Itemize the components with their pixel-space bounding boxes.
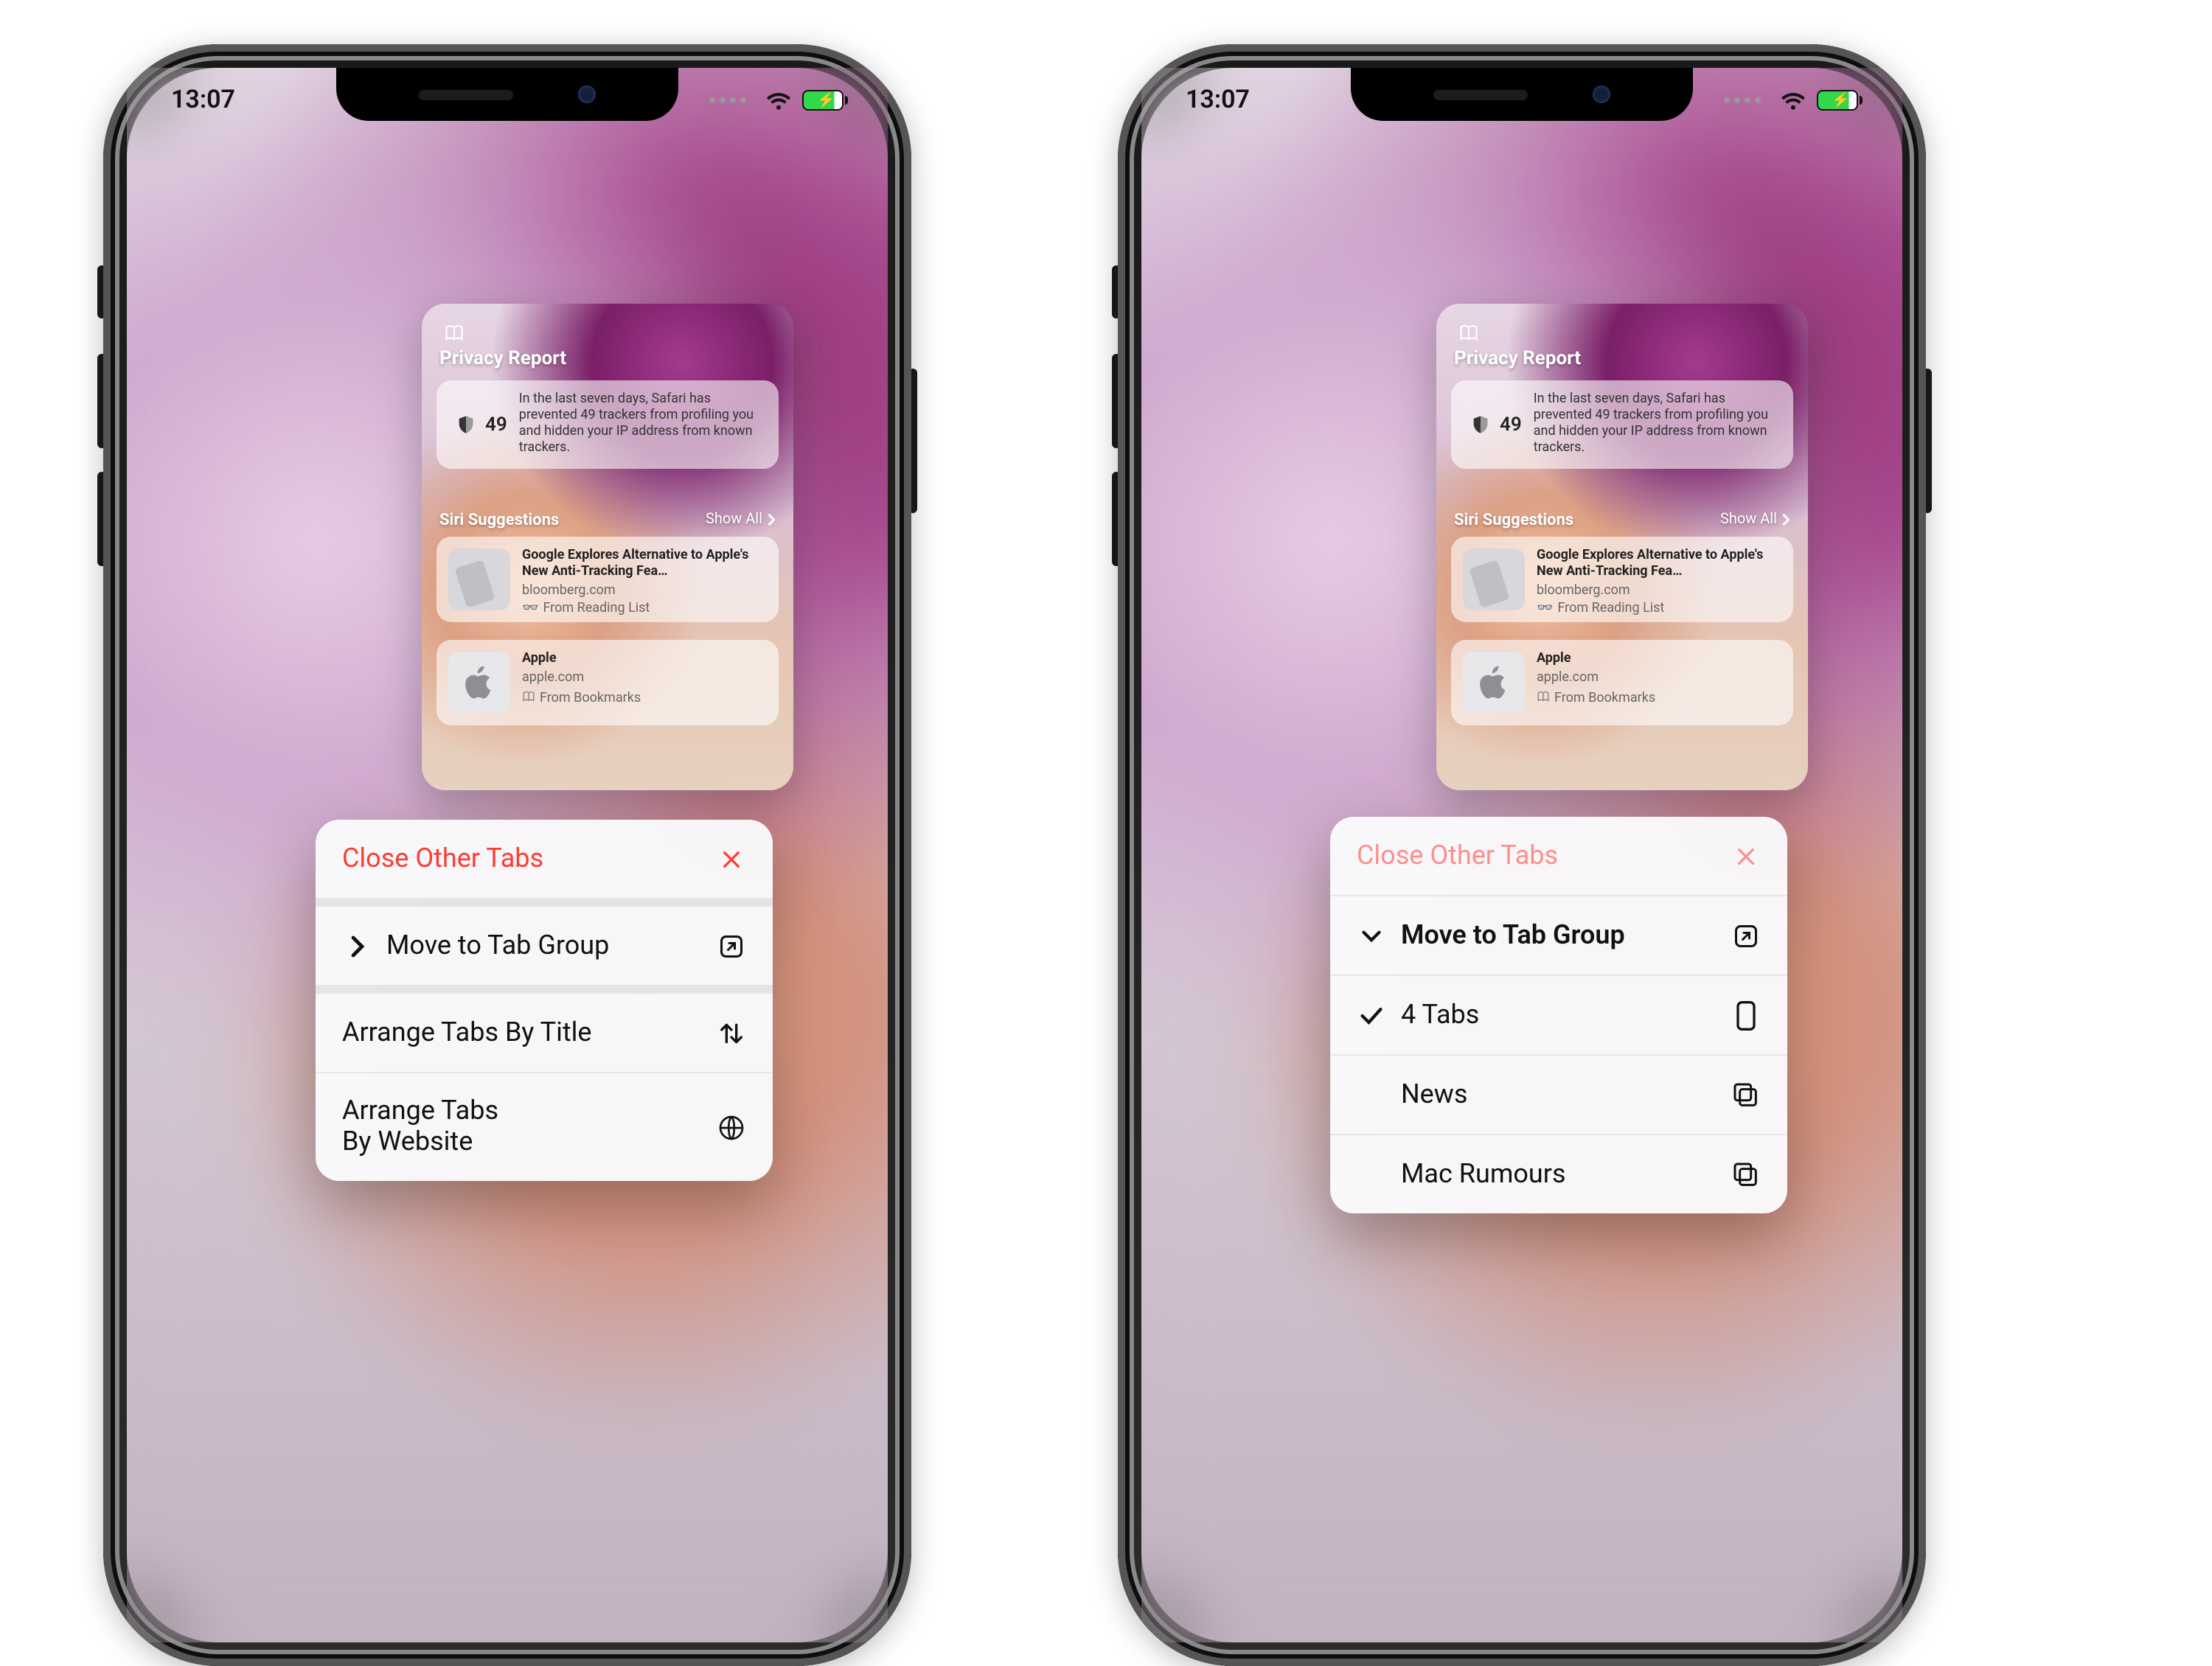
chevron-down-icon <box>1357 921 1386 950</box>
privacy-text: In the last seven days, Safari has preve… <box>1534 391 1778 458</box>
close-icon <box>1731 841 1761 871</box>
suggestion-thumbnail <box>1463 548 1525 610</box>
tab-context-menu: Close Other Tabs Move to Tab Group <box>316 820 773 1182</box>
stack-icon <box>1731 1160 1761 1189</box>
tab-preview[interactable]: Privacy Report 49 In the last seven days… <box>422 304 793 790</box>
privacy-report-card: 49 In the last seven days, Safari has pr… <box>437 380 779 469</box>
arrange-by-title-item[interactable]: Arrange Tabs By Title <box>316 994 773 1072</box>
screen: 13:07 ⚡ Privacy Report <box>1141 68 1902 1642</box>
shield-icon <box>1466 410 1495 439</box>
book-icon <box>439 318 469 348</box>
stack-icon <box>1731 1080 1761 1109</box>
battery-icon: ⚡ <box>802 90 844 111</box>
arrange-by-website-item[interactable]: Arrange TabsBy Website <box>316 1072 773 1182</box>
show-all-link[interactable]: Show All <box>1720 512 1790 528</box>
suggestion-item[interactable]: Apple apple.com From Bookmarks <box>437 640 779 725</box>
tab-group-label: 4 Tabs <box>1401 1000 1479 1031</box>
tab-group-label: News <box>1401 1079 1467 1110</box>
book-icon <box>522 689 535 708</box>
screen: 13:07 ⚡ Privacy Report <box>127 68 888 1642</box>
tab-group-option[interactable]: Mac Rumours <box>1330 1134 1787 1213</box>
move-to-tab-group-item[interactable]: Move to Tab Group <box>316 907 773 985</box>
suggestion-title: Apple <box>522 652 641 668</box>
suggestion-thumbnail <box>448 548 510 610</box>
suggestion-title: Apple <box>1537 652 1655 668</box>
suggestion-domain: apple.com <box>1537 671 1655 687</box>
phone-icon <box>1731 1000 1761 1030</box>
suggestion-domain: apple.com <box>522 671 641 687</box>
siri-heading: Siri Suggestions <box>1454 510 1573 529</box>
tab-group-option[interactable]: 4 Tabs <box>1330 975 1787 1054</box>
apple-logo-icon <box>1463 652 1525 714</box>
privacy-text: In the last seven days, Safari has preve… <box>519 391 764 458</box>
privacy-report-title: Privacy Report <box>439 348 566 370</box>
shield-icon <box>451 410 481 439</box>
book-icon <box>1537 689 1550 708</box>
chevron-right-icon <box>342 931 372 961</box>
glasses-icon: 👓 <box>522 602 538 618</box>
suggestion-item[interactable]: Google Explores Alternative to Apple's N… <box>1451 537 1793 622</box>
show-all-link[interactable]: Show All <box>706 512 776 528</box>
page-dots-icon <box>1724 97 1761 103</box>
battery-icon: ⚡ <box>1817 90 1858 111</box>
apple-logo-icon <box>448 652 510 714</box>
status-bar: 13:07 ⚡ <box>1141 80 1902 121</box>
close-icon <box>717 844 746 874</box>
globe-icon <box>717 1112 746 1142</box>
tab-group-label: Mac Rumours <box>1401 1159 1566 1190</box>
suggestion-item[interactable]: Google Explores Alternative to Apple's N… <box>437 537 779 622</box>
move-to-tab-group-item[interactable]: Move to Tab Group <box>1330 895 1787 975</box>
suggestion-domain: bloomberg.com <box>1537 583 1781 599</box>
close-other-tabs-item[interactable]: Close Other Tabs <box>316 820 773 898</box>
privacy-count: 49 <box>485 414 507 436</box>
suggestion-title: Google Explores Alternative to Apple's N… <box>522 548 767 580</box>
page-dots-icon <box>709 97 746 103</box>
clock: 13:07 <box>1186 86 1250 115</box>
siri-heading: Siri Suggestions <box>439 510 559 529</box>
suggestion-title: Google Explores Alternative to Apple's N… <box>1537 548 1781 580</box>
privacy-report-title: Privacy Report <box>1454 348 1581 370</box>
suggestion-domain: bloomberg.com <box>522 583 767 599</box>
open-new-icon <box>1731 921 1761 950</box>
book-icon <box>1454 318 1484 348</box>
privacy-report-card: 49 In the last seven days, Safari has pr… <box>1451 380 1793 469</box>
close-other-tabs-item[interactable]: Close Other Tabs <box>1330 817 1787 895</box>
tab-context-menu-expanded: Close Other Tabs Move to Tab Group <box>1330 817 1787 1213</box>
wifi-icon <box>1778 86 1808 115</box>
open-new-icon <box>717 931 746 961</box>
tab-preview[interactable]: Privacy Report 49 In the last seven days… <box>1436 304 1808 790</box>
status-bar: 13:07 ⚡ <box>127 80 888 121</box>
glasses-icon: 👓 <box>1537 602 1553 618</box>
suggestion-item[interactable]: Apple apple.com From Bookmarks <box>1451 640 1793 725</box>
privacy-count: 49 <box>1500 414 1522 436</box>
tab-group-option[interactable]: News <box>1330 1054 1787 1134</box>
wifi-icon <box>764 86 793 115</box>
checkmark-icon <box>1357 1000 1386 1030</box>
phone-left: 13:07 ⚡ Privacy Report <box>103 44 911 1321</box>
sort-arrows-icon <box>717 1018 746 1048</box>
clock: 13:07 <box>171 86 235 115</box>
phone-right: 13:07 ⚡ Privacy Report <box>1118 44 1926 1321</box>
